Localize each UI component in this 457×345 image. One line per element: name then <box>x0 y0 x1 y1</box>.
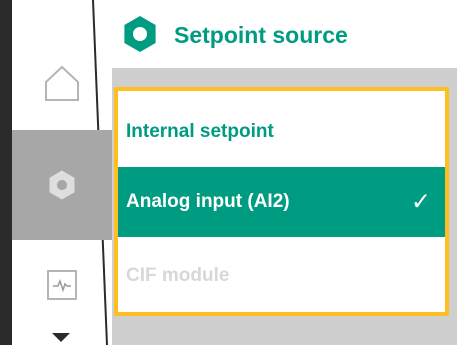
chevron-down-icon[interactable] <box>52 333 70 342</box>
page-title: Setpoint source <box>174 22 348 48</box>
sidebar <box>12 0 112 345</box>
option-list: Internal setpoint Analog input (AI2) ✓ C… <box>114 87 449 316</box>
option-label: Internal setpoint <box>126 121 274 142</box>
gear-icon <box>124 16 156 52</box>
header: Setpoint source <box>112 0 457 68</box>
home-icon <box>45 65 79 101</box>
option-internal-setpoint[interactable]: Internal setpoint <box>118 107 445 157</box>
option-analog-input[interactable]: Analog input (AI2) ✓ <box>118 167 445 237</box>
gear-icon <box>49 170 75 200</box>
sidebar-item-monitor[interactable] <box>12 240 112 330</box>
option-label: CIF module <box>126 265 230 286</box>
option-cif-module: CIF module <box>118 247 445 305</box>
option-label: Analog input (AI2) <box>126 191 290 212</box>
check-icon: ✓ <box>410 188 431 216</box>
monitor-icon <box>47 270 77 300</box>
device-bezel <box>0 0 12 345</box>
sidebar-item-settings[interactable] <box>12 130 112 240</box>
sidebar-item-home[interactable] <box>12 35 112 130</box>
